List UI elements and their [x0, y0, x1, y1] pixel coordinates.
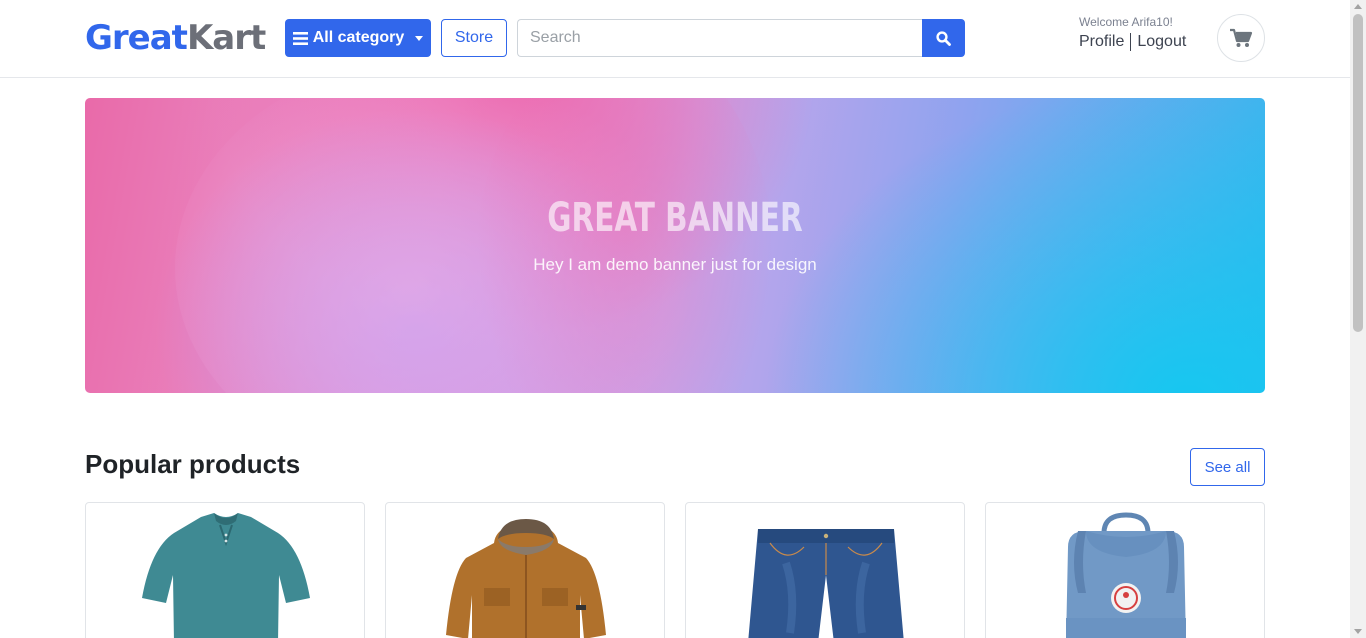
- logo-part-kart: Kart: [186, 18, 266, 58]
- user-links: Profile Logout: [1079, 33, 1186, 51]
- product-card[interactable]: [685, 502, 965, 638]
- logo[interactable]: GreatKart: [85, 18, 266, 58]
- banner-title: GREAT BANNER: [547, 195, 803, 241]
- product-card[interactable]: [85, 502, 365, 638]
- scrollbar-thumb[interactable]: [1353, 14, 1363, 332]
- popular-products-heading: Popular products: [85, 449, 301, 479]
- polo-shirt-image: [142, 513, 310, 638]
- store-button[interactable]: Store: [441, 19, 507, 57]
- scroll-down-arrow-icon[interactable]: [1354, 629, 1362, 634]
- hero-banner[interactable]: GREAT BANNER Hey I am demo banner just f…: [85, 98, 1265, 393]
- see-all-button[interactable]: See all: [1190, 448, 1265, 486]
- jeans-shorts-image: [748, 529, 904, 638]
- search-button[interactable]: [922, 19, 965, 57]
- link-divider: [1130, 33, 1132, 51]
- search-input[interactable]: [517, 19, 923, 57]
- menu-icon: [292, 31, 308, 45]
- product-card[interactable]: [385, 502, 665, 638]
- page: GreatKart All category Store Welcome Ari…: [0, 0, 1366, 638]
- jacket-image: [446, 519, 606, 638]
- caret-down-icon: [415, 35, 424, 41]
- scroll-up-arrow-icon[interactable]: [1354, 4, 1362, 9]
- product-card[interactable]: [985, 502, 1265, 638]
- search-icon: [936, 30, 951, 46]
- shopping-cart-icon: [1230, 28, 1253, 47]
- page-scrollbar[interactable]: [1350, 0, 1366, 638]
- logout-link[interactable]: Logout: [1137, 33, 1186, 51]
- banner-decoration: [475, 98, 775, 393]
- profile-link[interactable]: Profile: [1079, 33, 1124, 51]
- site-header: GreatKart All category Store Welcome Ari…: [0, 0, 1350, 78]
- banner-subtitle: Hey I am demo banner just for design: [533, 255, 817, 274]
- cart-button[interactable]: [1217, 14, 1265, 62]
- welcome-text: Welcome Arifa10!: [1079, 15, 1173, 29]
- all-category-label: All category: [312, 29, 405, 46]
- all-category-button[interactable]: All category: [285, 19, 431, 57]
- logo-part-great: Great: [85, 18, 188, 58]
- backpack-image: [1066, 512, 1186, 638]
